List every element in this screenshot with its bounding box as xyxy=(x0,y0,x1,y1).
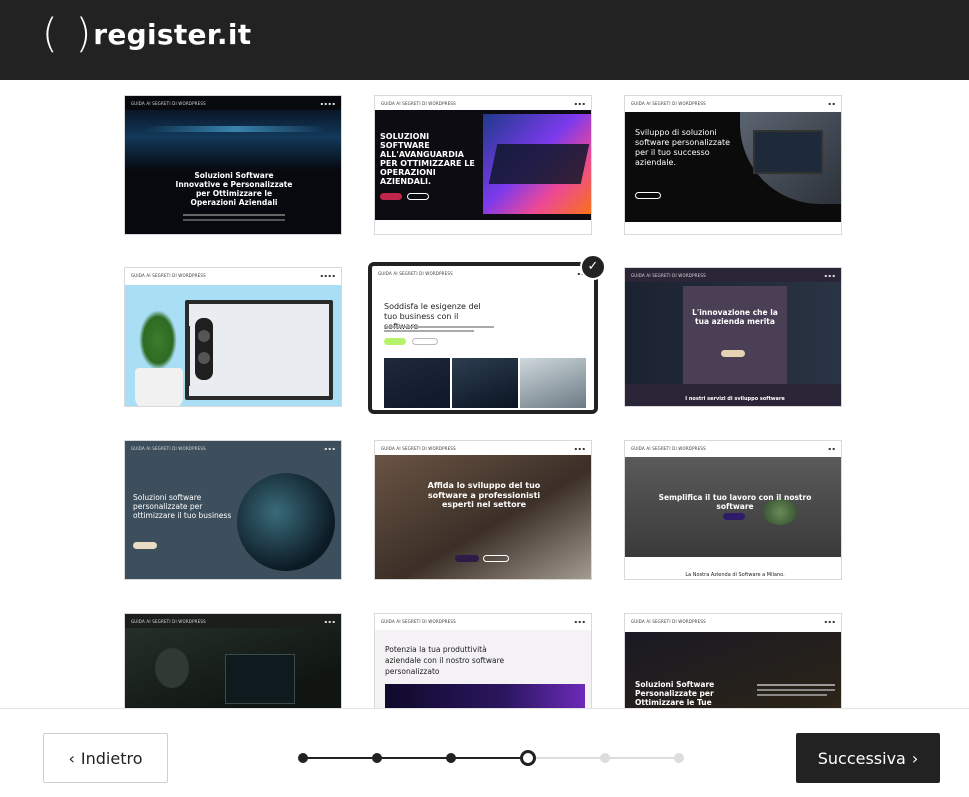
top-bar: ( ) register.it xyxy=(0,0,969,80)
template-brand: GUIDA AI SEGRETI DI WORDPRESS xyxy=(631,445,706,451)
step-6 xyxy=(674,753,684,763)
template-links: ▪ ▪ ▪ xyxy=(574,618,585,624)
template-card-5[interactable]: GUIDA AI SEGRETI DI WORDPRESS ▪ ▪ ▪ Sodd… xyxy=(368,262,598,414)
template-card-6[interactable]: GUIDA AI SEGRETI DI WORDPRESS ▪ ▪ ▪ L'in… xyxy=(624,267,842,407)
template-links: ▪ ▪ ▪ ▪ xyxy=(320,272,335,278)
back-button[interactable]: ‹ Indietro xyxy=(43,733,168,783)
wizard-footer: ‹ Indietro Successiva › xyxy=(0,708,969,797)
template-cta-button xyxy=(635,192,661,199)
template-title: L'innovazione che la tua azienda merita xyxy=(692,308,778,326)
template-links: ▪ ▪ ▪ ▪ xyxy=(320,100,335,106)
next-button[interactable]: Successiva › xyxy=(796,733,940,783)
template-title: Soluzioni Software Personalizzate per Ot… xyxy=(635,680,715,708)
template-card-3[interactable]: GUIDA AI SEGRETI DI WORDPRESS ▪ ▪ Svilup… xyxy=(624,95,842,235)
step-2 xyxy=(372,753,382,763)
template-title: Semplifica il tuo lavoro con il nostro s… xyxy=(658,493,812,511)
template-brand: GUIDA AI SEGRETI DI WORDPRESS xyxy=(131,618,206,624)
template-cta-button xyxy=(380,193,402,200)
template-links: ▪ ▪ xyxy=(828,100,835,106)
stepper-line-completed xyxy=(303,757,527,759)
logo-wordmark: register.it xyxy=(93,17,252,51)
template-secondary-button xyxy=(407,193,429,200)
template-title: Affida lo sviluppo del tuo software a pr… xyxy=(427,481,541,509)
template-brand: GUIDA AI SEGRETI DI WORDPRESS xyxy=(631,618,706,624)
template-cta-button xyxy=(133,542,157,549)
template-card-7[interactable]: GUIDA AI SEGRETI DI WORDPRESS ▪ ▪ ▪ Solu… xyxy=(124,440,342,580)
step-4-current xyxy=(520,750,536,766)
template-title: Potenzia la tua produttività aziendale c… xyxy=(385,645,505,676)
chevron-left-icon: ‹ xyxy=(68,748,75,768)
template-footer-text: La Nostra Azienda di Software a Milano. xyxy=(685,572,785,578)
template-grid: GUIDA AI SEGRETI DI WORDPRESS ▪ ▪ ▪ ▪ So… xyxy=(0,80,969,708)
template-card-1[interactable]: GUIDA AI SEGRETI DI WORDPRESS ▪ ▪ ▪ ▪ So… xyxy=(124,95,342,235)
template-links: ▪ ▪ ▪ xyxy=(574,445,585,451)
progress-stepper xyxy=(298,750,690,766)
template-card-2[interactable]: GUIDA AI SEGRETI DI WORDPRESS ▪ ▪ ▪ SOLU… xyxy=(374,95,592,235)
template-card-12[interactable]: GUIDA AI SEGRETI DI WORDPRESS ▪ ▪ ▪ Solu… xyxy=(624,613,842,708)
template-card-10[interactable]: GUIDA AI SEGRETI DI WORDPRESS ▪ ▪ ▪ xyxy=(124,613,342,708)
template-card-8[interactable]: GUIDA AI SEGRETI DI WORDPRESS ▪ ▪ ▪ Affi… xyxy=(374,440,592,580)
step-1 xyxy=(298,753,308,763)
chevron-right-icon: › xyxy=(911,748,919,768)
template-brand: GUIDA AI SEGRETI DI WORDPRESS xyxy=(381,445,456,451)
step-5 xyxy=(600,753,610,763)
template-cta-button xyxy=(455,555,479,562)
template-links: ▪ ▪ ▪ xyxy=(324,445,335,451)
logo-paren-open: ( xyxy=(42,11,58,57)
step-3 xyxy=(446,753,456,763)
template-title: Soluzioni software personalizzate per ot… xyxy=(133,493,232,520)
template-cta-button xyxy=(723,513,745,520)
back-button-label: Indietro xyxy=(80,748,143,768)
template-title: Soluzioni Software Innovative e Personal… xyxy=(175,171,293,207)
template-links: ▪ ▪ ▪ xyxy=(324,618,335,624)
template-card-4[interactable]: GUIDA AI SEGRETI DI WORDPRESS ▪ ▪ ▪ ▪ xyxy=(124,267,342,407)
template-title: SOLUZIONI SOFTWARE ALL'AVANGUARDIA PER O… xyxy=(380,132,475,186)
template-links: ▪ ▪ xyxy=(828,445,835,451)
template-brand: GUIDA AI SEGRETI DI WORDPRESS xyxy=(378,270,453,276)
template-secondary-button xyxy=(483,555,509,562)
template-title: Sviluppo di soluzioni software personali… xyxy=(635,128,731,167)
selected-check-icon: ✓ xyxy=(580,254,606,280)
template-brand: GUIDA AI SEGRETI DI WORDPRESS xyxy=(131,445,206,451)
template-brand: GUIDA AI SEGRETI DI WORDPRESS xyxy=(381,100,456,106)
template-links: ▪ ▪ ▪ xyxy=(824,272,835,278)
template-footer-text: I nostri servizi di sviluppo software xyxy=(685,396,785,402)
register-it-logo[interactable]: ( ) register.it xyxy=(42,14,251,54)
template-card-9[interactable]: GUIDA AI SEGRETI DI WORDPRESS ▪ ▪ Sempli… xyxy=(624,440,842,580)
next-button-label: Successiva xyxy=(817,748,906,768)
template-secondary-button xyxy=(412,338,438,345)
template-links: ▪ ▪ ▪ xyxy=(574,100,585,106)
template-brand: GUIDA AI SEGRETI DI WORDPRESS xyxy=(131,272,206,278)
template-brand: GUIDA AI SEGRETI DI WORDPRESS xyxy=(131,100,206,106)
template-brand: GUIDA AI SEGRETI DI WORDPRESS xyxy=(631,272,706,278)
template-cta-button xyxy=(384,338,406,345)
logo-paren-close: ) xyxy=(75,11,92,57)
template-cta-button xyxy=(721,350,745,357)
template-card-11[interactable]: GUIDA AI SEGRETI DI WORDPRESS ▪ ▪ ▪ Pote… xyxy=(374,613,592,708)
template-links: ▪ ▪ ▪ xyxy=(824,618,835,624)
template-brand: GUIDA AI SEGRETI DI WORDPRESS xyxy=(381,618,456,624)
template-brand: GUIDA AI SEGRETI DI WORDPRESS xyxy=(631,100,706,106)
